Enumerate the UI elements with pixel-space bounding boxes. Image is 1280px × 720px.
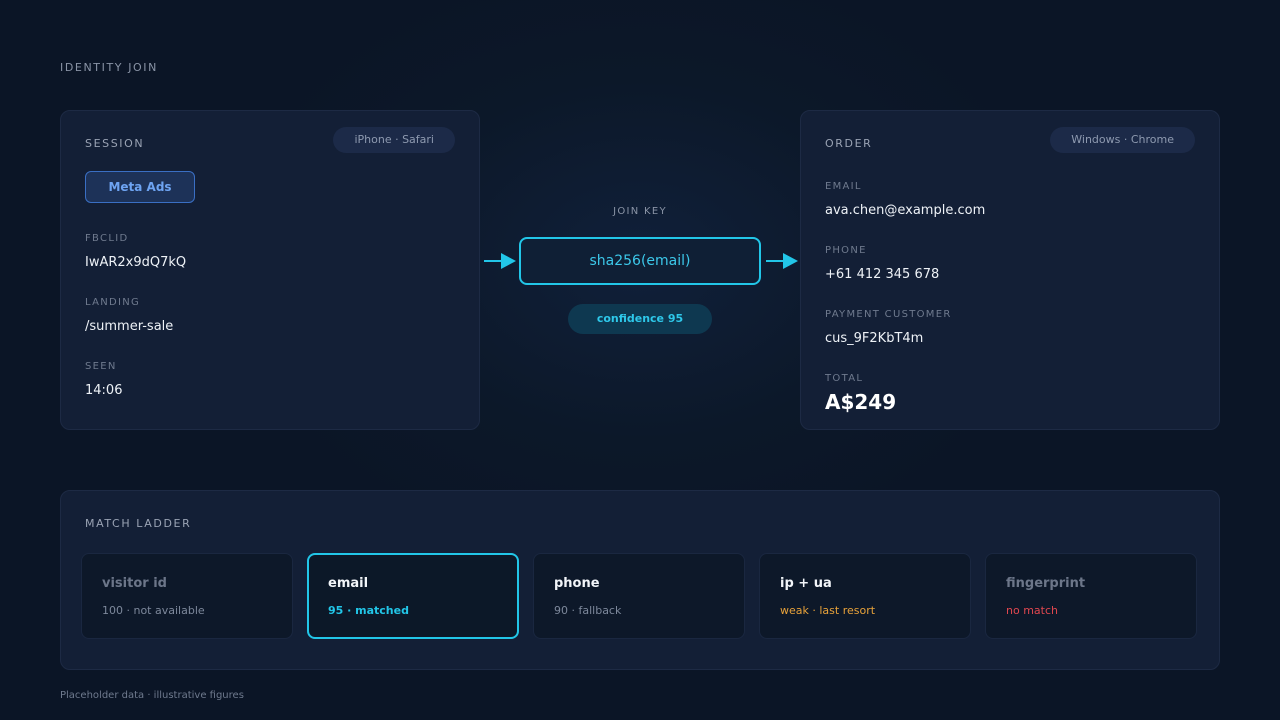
ladder-step-email[interactable]: email 95 · matched — [307, 553, 519, 639]
phone-value: +61 412 345 678 — [825, 267, 940, 282]
step-status: no match — [1006, 604, 1058, 617]
join-key-box: sha256(email) — [519, 237, 761, 285]
join-key-label: JOIN KEY — [613, 206, 667, 217]
total-label: TOTAL — [825, 373, 864, 384]
landing-value: /summer-sale — [85, 319, 174, 334]
seen-value: 14:06 — [85, 383, 123, 398]
landing-label: LANDING — [85, 297, 141, 308]
ladder-step-fingerprint[interactable]: fingerprint no match — [985, 553, 1197, 639]
order-device-pill: Windows · Chrome — [1050, 127, 1195, 153]
ladder-step-ip-ua[interactable]: ip + ua weak · last resort — [759, 553, 971, 639]
confidence-badge: confidence 95 — [568, 304, 712, 334]
identity-join-view: IDENTITY JOIN SESSION iPhone · Safari Me… — [0, 0, 1280, 720]
ladder-step-phone[interactable]: phone 90 · fallback — [533, 553, 745, 639]
step-name: phone — [554, 576, 600, 591]
total-value: A$249 — [825, 390, 897, 414]
email-label: EMAIL — [825, 181, 862, 192]
fbclid-value: IwAR2x9dQ7kQ — [85, 255, 187, 270]
footer-note: Placeholder data · illustrative figures — [60, 690, 244, 701]
phone-label: PHONE — [825, 245, 867, 256]
step-name: ip + ua — [780, 576, 832, 591]
payment-customer-label: PAYMENT CUSTOMER — [825, 309, 952, 320]
step-status: weak · last resort — [780, 604, 876, 617]
seen-label: SEEN — [85, 361, 117, 372]
step-status: 95 · matched — [328, 604, 409, 617]
ladder-step-visitor-id[interactable]: visitor id 100 · not available — [81, 553, 293, 639]
order-card: ORDER Windows · Chrome EMAIL ava.chen@ex… — [800, 110, 1220, 430]
arrow-right-icon — [766, 253, 798, 269]
page-title: IDENTITY JOIN — [60, 61, 158, 74]
source-badge[interactable]: Meta Ads — [85, 171, 195, 203]
step-status: 100 · not available — [102, 604, 205, 617]
arrow-right-icon — [484, 253, 516, 269]
session-card-title: SESSION — [85, 137, 145, 150]
session-device-pill: iPhone · Safari — [333, 127, 455, 153]
fbclid-label: FBCLID — [85, 233, 129, 244]
step-name: fingerprint — [1006, 576, 1086, 591]
order-card-title: ORDER — [825, 137, 873, 150]
step-status: 90 · fallback — [554, 604, 622, 617]
step-name: email — [328, 576, 369, 591]
match-ladder: MATCH LADDER visitor id 100 · not availa… — [60, 490, 1220, 670]
match-ladder-title: MATCH LADDER — [85, 517, 192, 530]
payment-customer-value: cus_9F2KbT4m — [825, 331, 924, 346]
email-value: ava.chen@example.com — [825, 203, 986, 218]
session-card: SESSION iPhone · Safari Meta Ads FBCLID … — [60, 110, 480, 430]
step-name: visitor id — [102, 576, 167, 591]
